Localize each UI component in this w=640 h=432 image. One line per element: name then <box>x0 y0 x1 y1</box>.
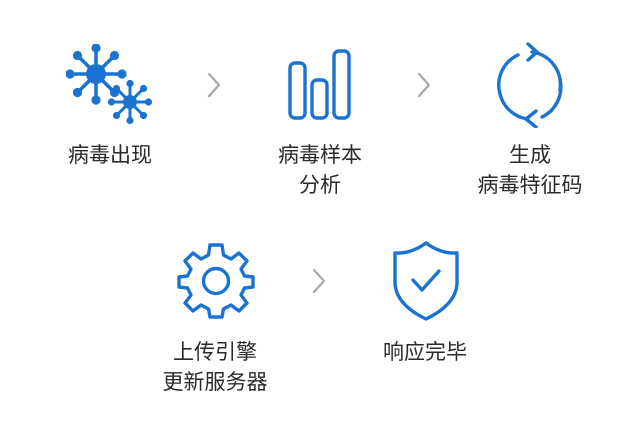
step-label-virus-appears: 病毒出现 <box>35 140 185 170</box>
refresh-cycle-icon <box>497 42 563 128</box>
chevron-right-icon <box>417 72 431 98</box>
step-label-line-1: 响应完毕 <box>383 340 467 364</box>
step-label-line-1: 生成 <box>509 143 551 167</box>
step-label-line-1: 病毒样本 <box>278 143 362 167</box>
step-label-upload-engine: 上传引擎 更新服务器 <box>140 337 290 397</box>
shield-check-icon <box>393 241 459 321</box>
step-label-line-2: 病毒特征码 <box>477 173 583 197</box>
step-label-generate-signature: 生成 病毒特征码 <box>455 140 605 200</box>
gear-icon <box>177 243 255 319</box>
step-label-line-1: 上传引擎 <box>173 340 257 364</box>
step-label-line-2: 分析 <box>299 173 341 197</box>
step-label-response-complete: 响应完毕 <box>350 337 500 367</box>
step-label-line-2: 更新服务器 <box>162 370 268 394</box>
virus-icon <box>66 44 153 125</box>
step-label-line-1: 病毒出现 <box>68 143 152 167</box>
chevron-right-icon <box>312 268 326 294</box>
chevron-right-icon <box>207 72 221 98</box>
step-label-sample-analysis: 病毒样本 分析 <box>245 140 395 200</box>
bar-chart-icon <box>288 49 351 120</box>
